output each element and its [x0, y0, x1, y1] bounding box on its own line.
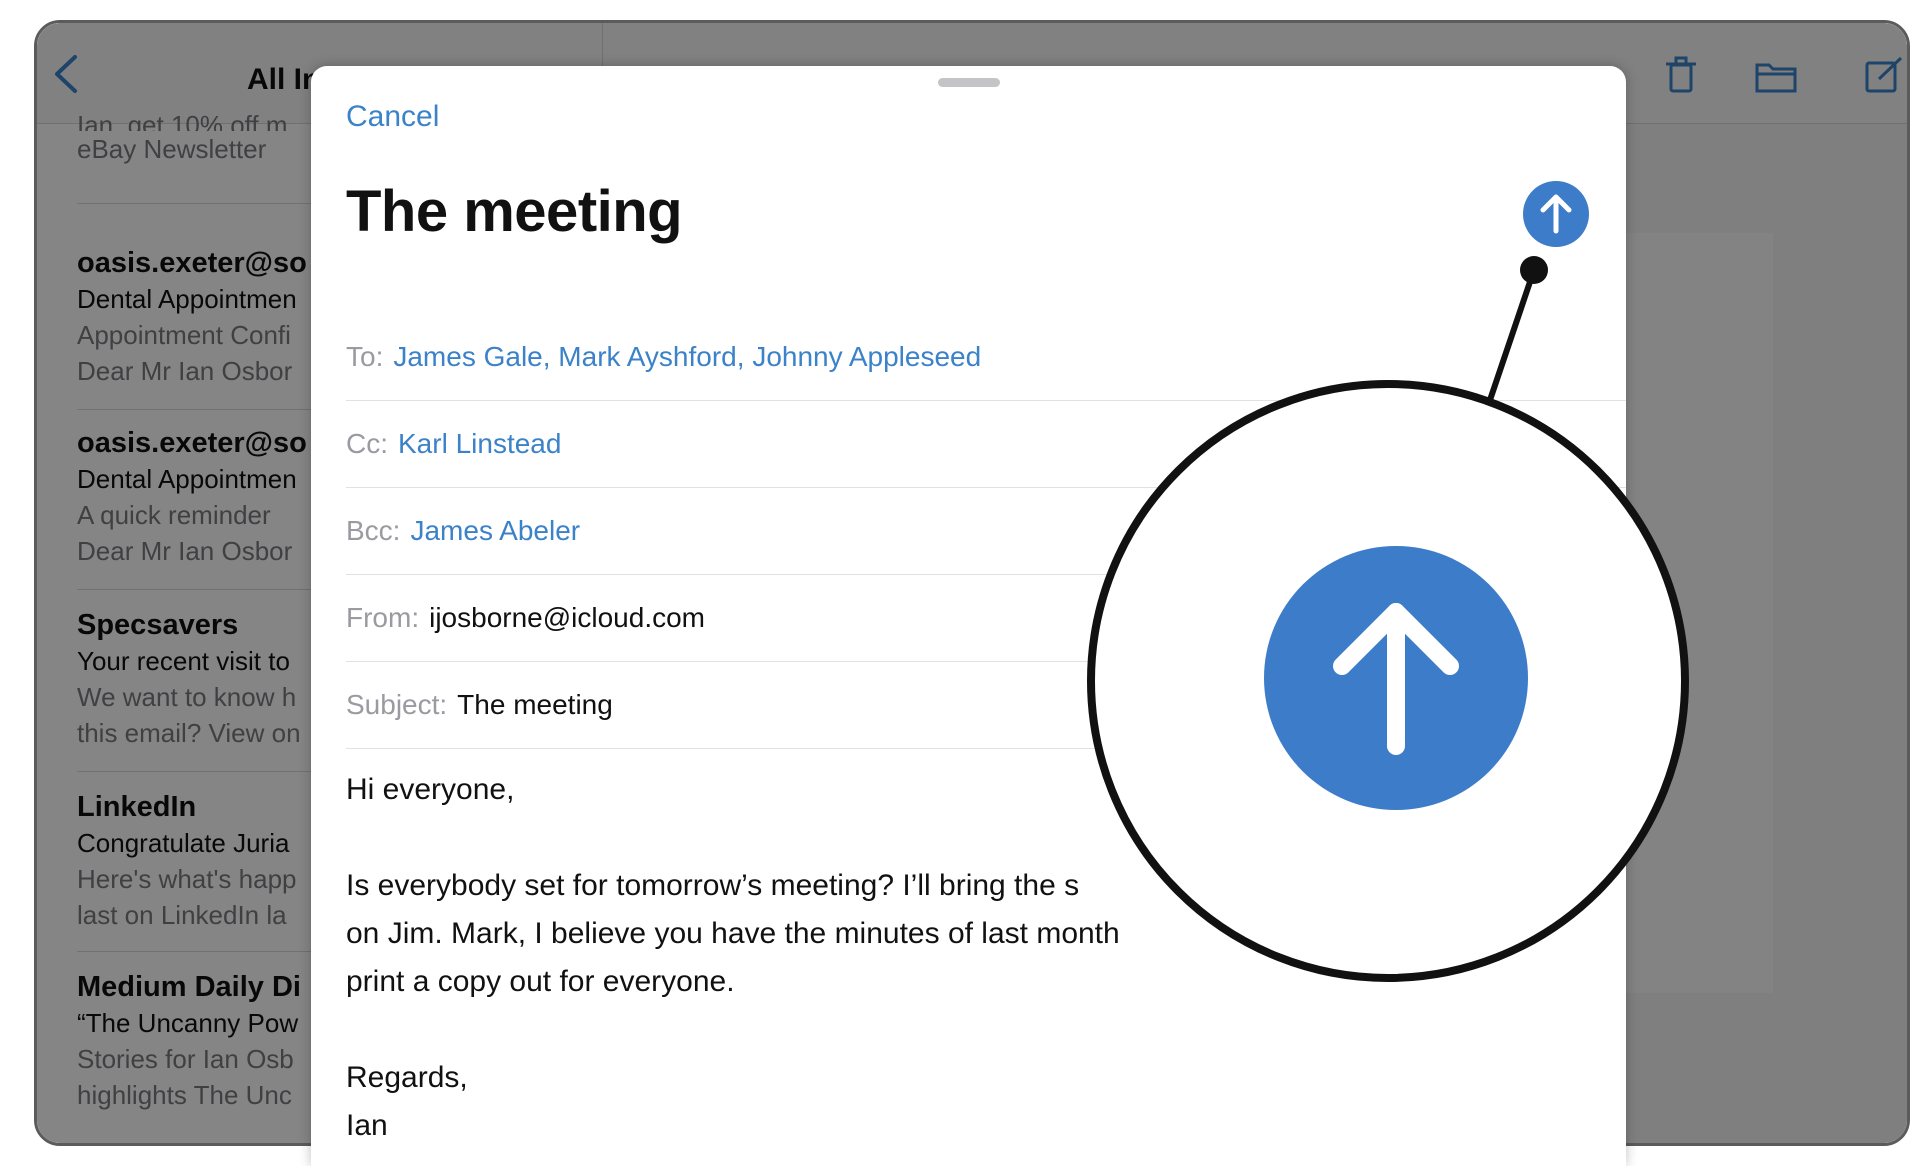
bcc-recipients[interactable]: James Abeler [410, 515, 580, 546]
magnifier-callout [1087, 380, 1689, 982]
to-recipients[interactable]: James Gale, Mark Ayshford, Johnny Apples… [393, 341, 981, 372]
sheet-grabber[interactable] [938, 78, 1000, 87]
cancel-button[interactable]: Cancel [346, 100, 439, 134]
send-button-magnified [1264, 546, 1528, 810]
body-line[interactable]: Is everybody set for tomorrow’s meeting?… [346, 862, 1079, 910]
cc-label: Cc: [346, 428, 388, 459]
from-address: ijosborne@icloud.com [429, 602, 705, 633]
subject-label: Subject: [346, 689, 448, 720]
body-signature-name[interactable]: Ian [346, 1102, 388, 1150]
from-label: From: [346, 602, 420, 633]
arrow-up-icon [1333, 603, 1459, 755]
body-line[interactable]: print a copy out for everyone. [346, 958, 735, 1006]
body-greeting[interactable]: Hi everyone, [346, 766, 514, 814]
send-button[interactable] [1523, 181, 1589, 247]
cc-recipients[interactable]: Karl Linstead [398, 428, 561, 459]
arrow-up-icon [1540, 194, 1572, 234]
compose-title: The meeting [346, 179, 683, 244]
body-line[interactable]: on Jim. Mark, I believe you have the min… [346, 910, 1120, 958]
bcc-label: Bcc: [346, 515, 401, 546]
to-label: To: [346, 341, 384, 372]
subject-input[interactable]: The meeting [457, 689, 613, 720]
